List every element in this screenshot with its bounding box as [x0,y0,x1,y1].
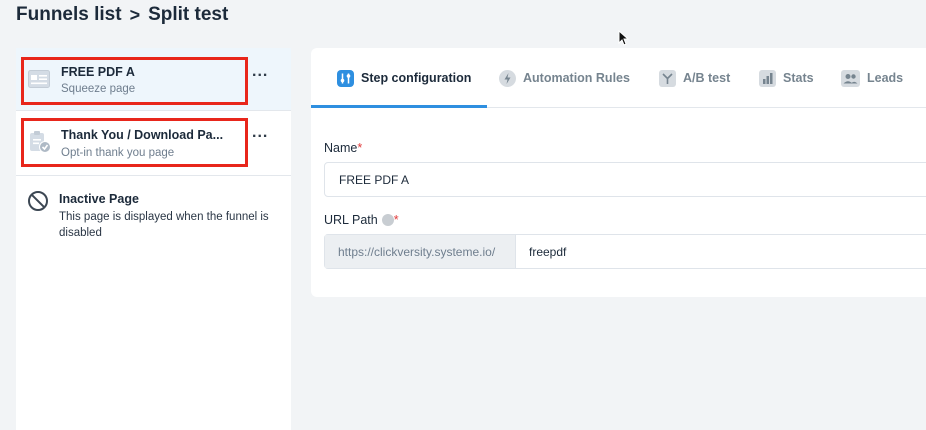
name-input[interactable]: FREE PDF A [324,162,926,197]
tab-label: A/B test [683,71,731,85]
split-icon [659,69,676,87]
breadcrumb: Funnels list > Split test [16,4,228,26]
step-more-button[interactable]: ... [252,124,268,142]
bar-chart-icon [759,69,776,87]
tab-automation-rules[interactable]: Automation Rules [499,48,630,108]
mouse-cursor-icon [618,30,630,46]
inactive-page-item[interactable]: Inactive Page This page is displayed whe… [16,177,291,247]
funnel-steps-sidebar: FREE PDF A Squeeze page ... Thank You / … [16,48,291,430]
breadcrumb-root-link[interactable]: Funnels list [16,4,122,26]
highlight-box-step-2 [21,118,248,167]
inactive-page-description: This page is displayed when the funnel i… [59,211,269,239]
breadcrumb-separator: > [129,4,141,25]
tab-label: Step configuration [361,71,472,85]
info-icon[interactable] [381,214,394,226]
step-settings-panel: Step configuration Automation Rules A/B … [311,48,926,297]
settings-tabs: Step configuration Automation Rules A/B … [311,48,926,108]
tab-step-configuration[interactable]: Step configuration [337,48,471,108]
sliders-icon [337,69,354,87]
tab-label: Stats [783,71,814,85]
breadcrumb-current: Split test [148,4,229,25]
tab-leads[interactable]: Leads [841,48,903,108]
url-domain-prefix: https://clickversity.systeme.io/ [325,235,516,268]
name-field-label: Name* [324,141,363,155]
tab-ab-test[interactable]: A/B test [659,48,730,108]
url-path-field-label: URL Path * [324,213,399,227]
required-mark: * [357,141,363,155]
bolt-icon [499,69,516,87]
url-path-input[interactable]: freepdf [516,235,926,268]
tab-label: Leads [867,71,904,85]
highlight-box-step-1 [21,57,248,105]
tab-label: Automation Rules [523,71,630,85]
step-more-button[interactable]: ... [252,63,268,81]
required-mark: * [393,213,399,227]
inactive-circle-icon [27,190,49,217]
url-path-field: https://clickversity.systeme.io/ freepdf [324,234,926,269]
users-icon [841,69,860,87]
active-tab-indicator [311,105,487,108]
inactive-page-title: Inactive Page [59,192,139,206]
tab-stats[interactable]: Stats [759,48,814,108]
